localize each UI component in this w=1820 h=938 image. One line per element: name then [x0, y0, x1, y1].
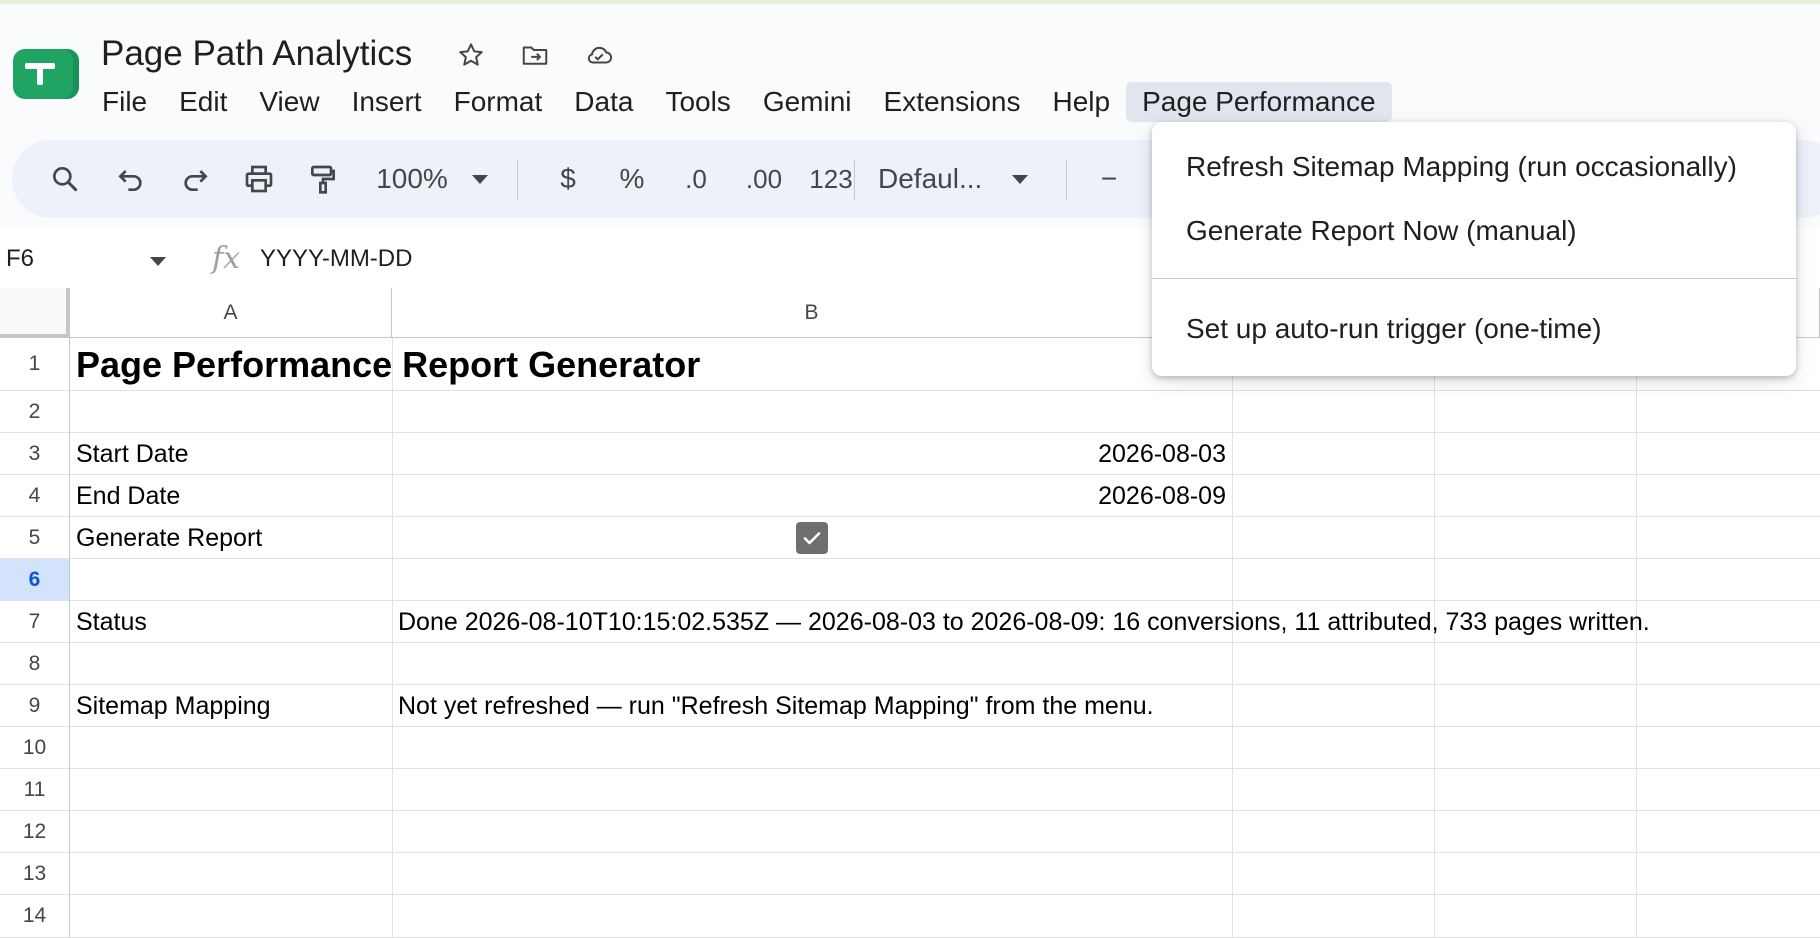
row-6	[70, 559, 1820, 601]
currency-format-button[interactable]: $	[540, 140, 596, 218]
row-header-10[interactable]: 10	[0, 727, 70, 769]
increase-decimal-button[interactable]: .00	[732, 140, 796, 218]
row-header-14[interactable]: 14	[0, 895, 70, 938]
row-8	[70, 643, 1820, 685]
name-box[interactable]: F6	[6, 245, 34, 273]
menu-extensions[interactable]: Extensions	[868, 82, 1037, 122]
cell-a1-report-title[interactable]: Page Performance Report Generator	[76, 338, 700, 391]
row-header-8[interactable]: 8	[0, 643, 70, 685]
star-icon[interactable]	[454, 38, 488, 72]
column-header-b[interactable]: B	[392, 288, 1232, 338]
menu-gemini[interactable]: Gemini	[747, 82, 868, 122]
row-header-5[interactable]: 5	[0, 517, 70, 559]
menu-help[interactable]: Help	[1036, 82, 1126, 122]
column-divider	[392, 338, 393, 938]
sheets-logo-icon[interactable]	[13, 49, 79, 99]
select-all-corner[interactable]	[0, 288, 70, 338]
cell-b9-sitemap-status[interactable]: Not yet refreshed — run "Refresh Sitemap…	[398, 685, 1154, 727]
row-14	[70, 895, 1820, 938]
zoom-value: 100%	[376, 163, 448, 194]
row-header-13[interactable]: 13	[0, 853, 70, 895]
column-header-a[interactable]: A	[70, 288, 392, 338]
menu-insert[interactable]: Insert	[336, 82, 438, 122]
move-to-folder-icon[interactable]	[518, 38, 552, 72]
search-icon[interactable]	[42, 140, 88, 218]
generate-report-checkbox[interactable]	[796, 522, 828, 554]
row-13	[70, 853, 1820, 895]
cell-a5[interactable]: Generate Report	[76, 517, 262, 559]
page-performance-menu: Refresh Sitemap Mapping (run occasionall…	[1152, 122, 1796, 376]
menu-page-performance[interactable]: Page Performance	[1126, 82, 1392, 122]
row-header-7[interactable]: 7	[0, 601, 70, 643]
menu-item-refresh-sitemap[interactable]: Refresh Sitemap Mapping (run occasionall…	[1152, 138, 1796, 196]
spreadsheet-grid: A B 1 2 3 4 5 6 7 8 9 10 11 12 13 14 Pag…	[0, 288, 1820, 938]
row-10	[70, 727, 1820, 769]
font-name: Defaul...	[878, 163, 983, 194]
row-11	[70, 769, 1820, 811]
fx-icon: fx	[212, 241, 241, 276]
row-header-2[interactable]: 2	[0, 391, 70, 433]
menu-format[interactable]: Format	[438, 82, 559, 122]
row-header-4[interactable]: 4	[0, 475, 70, 517]
chevron-down-icon[interactable]	[150, 257, 166, 266]
row-header-11[interactable]: 11	[0, 769, 70, 811]
undo-icon[interactable]	[108, 140, 154, 218]
paint-format-icon[interactable]	[300, 140, 346, 218]
row-header-9[interactable]: 9	[0, 685, 70, 727]
row-header-12[interactable]: 12	[0, 811, 70, 853]
toolbar-divider	[854, 160, 855, 200]
menu-divider	[1152, 278, 1796, 279]
menu-bar: File Edit View Insert Format Data Tools …	[86, 82, 1392, 122]
menu-item-generate-report[interactable]: Generate Report Now (manual)	[1152, 202, 1796, 260]
row-12	[70, 811, 1820, 853]
toolbar-divider	[517, 160, 518, 200]
row-header-3[interactable]: 3	[0, 433, 70, 475]
cell-a4[interactable]: End Date	[76, 475, 180, 517]
row-header-1[interactable]: 1	[0, 338, 70, 391]
cell-b4-end-date[interactable]: 2026-08-09	[392, 475, 1226, 517]
menu-file[interactable]: File	[86, 82, 163, 122]
menu-item-setup-trigger[interactable]: Set up auto-run trigger (one-time)	[1152, 300, 1796, 358]
toolbar-divider	[1066, 160, 1067, 200]
menu-tools[interactable]: Tools	[649, 82, 746, 122]
number-format-button[interactable]: 123	[800, 140, 862, 218]
percent-format-button[interactable]: %	[604, 140, 660, 218]
cell-a9[interactable]: Sitemap Mapping	[76, 685, 271, 727]
decrease-font-size-button[interactable]: −	[1084, 140, 1134, 218]
decrease-decimal-button[interactable]: .0	[668, 140, 724, 218]
cell-a7[interactable]: Status	[76, 601, 147, 643]
row-5	[70, 517, 1820, 559]
formula-input[interactable]: YYYY-MM-DD	[260, 245, 412, 273]
menu-data[interactable]: Data	[558, 82, 649, 122]
cell-b3-start-date[interactable]: 2026-08-03	[392, 433, 1226, 475]
zoom-select[interactable]: 100%	[368, 140, 496, 218]
cell-b7-status[interactable]: Done 2026-08-10T10:15:02.535Z — 2026-08-…	[398, 601, 1650, 643]
checkmark-icon	[803, 532, 821, 545]
redo-icon[interactable]	[172, 140, 218, 218]
row-header-6[interactable]: 6	[0, 559, 70, 601]
cloud-saved-icon[interactable]	[582, 38, 616, 72]
cell-a3[interactable]: Start Date	[76, 433, 189, 475]
chevron-down-icon	[471, 174, 488, 184]
menu-view[interactable]: View	[243, 82, 335, 122]
font-select[interactable]: Defaul...	[878, 140, 1058, 218]
chevron-down-icon	[1012, 174, 1029, 184]
print-icon[interactable]	[236, 140, 282, 218]
document-title[interactable]: Page Path Analytics	[101, 34, 412, 74]
menu-edit[interactable]: Edit	[163, 82, 243, 122]
row-2	[70, 391, 1820, 433]
